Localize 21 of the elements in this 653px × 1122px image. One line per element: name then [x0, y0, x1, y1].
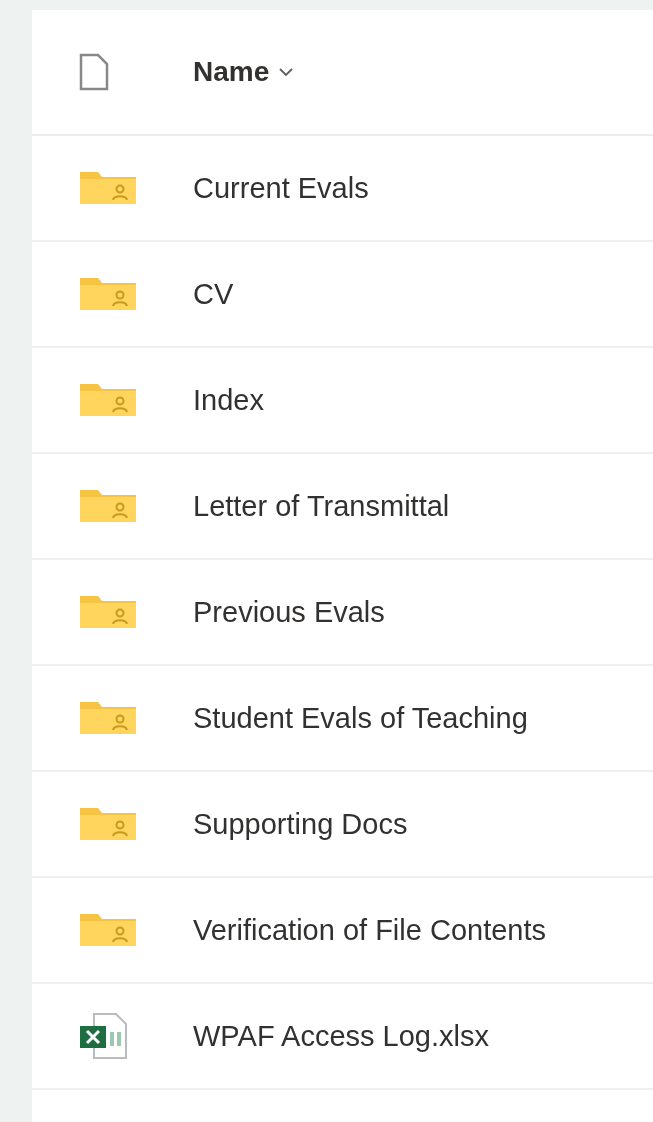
- column-header[interactable]: Name: [193, 56, 270, 88]
- shared-folder-icon: [78, 912, 138, 948]
- file-name[interactable]: Supporting Docs: [193, 807, 408, 841]
- shared-folder-icon: [78, 382, 138, 418]
- shared-folder-icon: [78, 700, 138, 736]
- file-name[interactable]: Letter of Transmittal: [193, 489, 450, 523]
- file-name[interactable]: WPAF Access Log.xlsx: [193, 1019, 489, 1053]
- spreadsheet-icon: [78, 1012, 128, 1060]
- file-name[interactable]: Student Evals of Teaching: [193, 701, 528, 735]
- file-name[interactable]: CV: [193, 277, 234, 311]
- file-name[interactable]: Verification of File Contents: [193, 913, 546, 947]
- shared-folder-icon: [78, 806, 138, 842]
- chevron-down-icon[interactable]: [279, 67, 294, 77]
- shared-folder-icon: [78, 488, 138, 524]
- shared-folder-icon: [78, 594, 138, 630]
- shared-folder-icon: [78, 170, 138, 206]
- file-name[interactable]: Current Evals: [193, 171, 369, 205]
- file-name[interactable]: Previous Evals: [193, 595, 385, 629]
- file-name[interactable]: Index: [193, 383, 264, 417]
- shared-folder-icon: [78, 276, 138, 312]
- file-icon: [78, 52, 110, 92]
